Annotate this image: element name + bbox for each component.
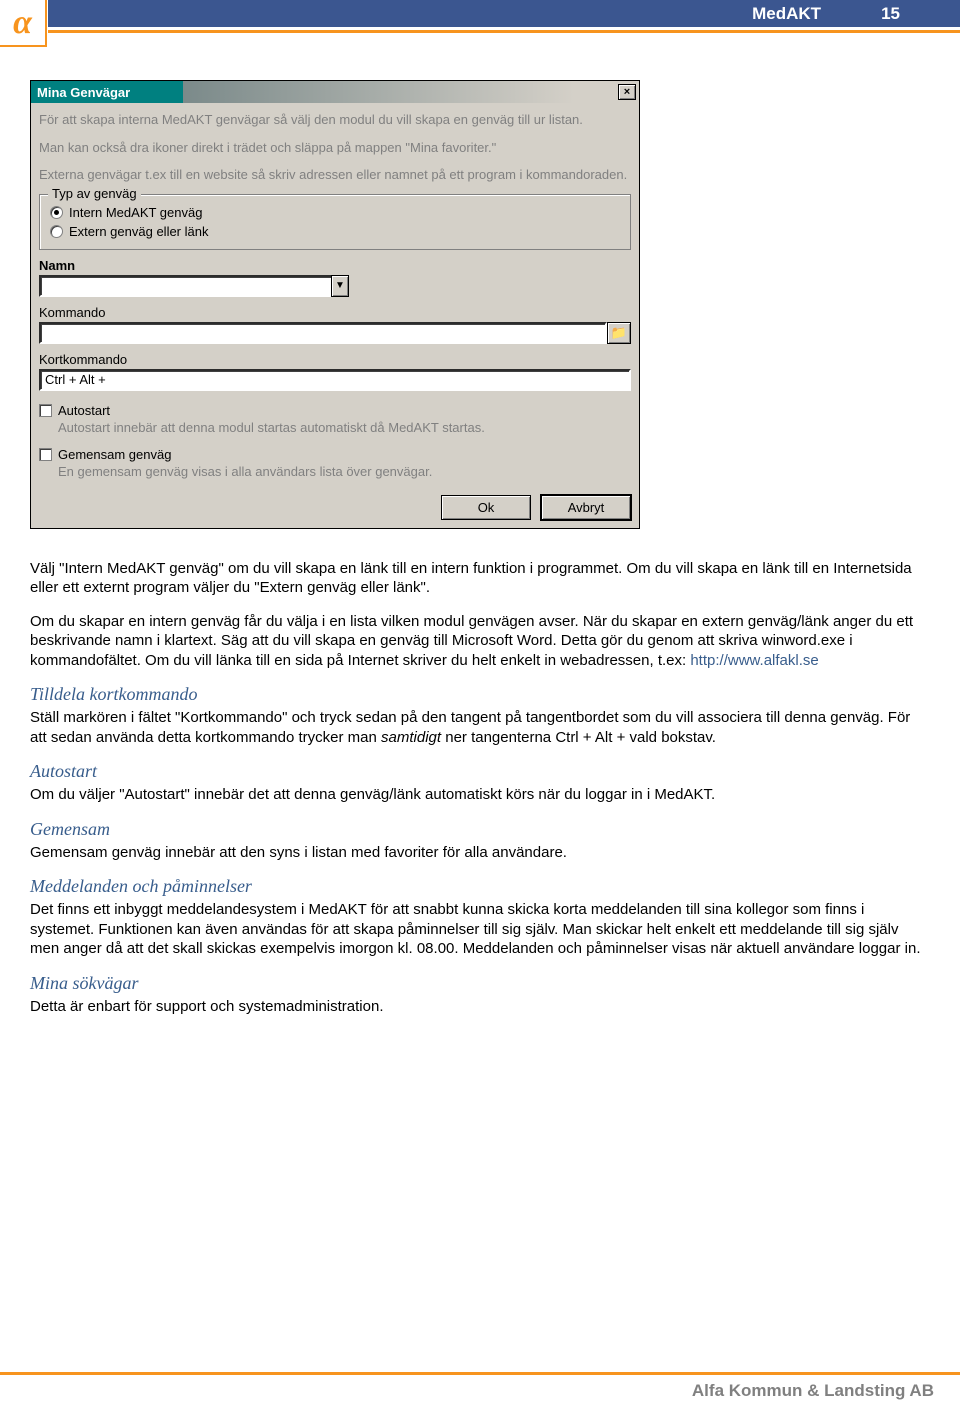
group-legend: Typ av genväg [48, 186, 141, 201]
heading-tilldela: Tilldela kortkommando [30, 684, 930, 705]
name-label: Namn [39, 258, 631, 273]
dialog-window: Mina Genvägar × För att skapa interna Me… [30, 80, 640, 529]
page-header: MedAKT 15 α [0, 0, 960, 50]
para-meddelanden: Det finns ett inbyggt meddelandesystem i… [30, 900, 930, 959]
cancel-button[interactable]: Avbryt [541, 495, 631, 520]
para-1: Välj "Intern MedAKT genväg" om du vill s… [30, 559, 930, 598]
radio-intern-label: Intern MedAKT genväg [69, 205, 202, 220]
dialog-titlebar: Mina Genvägar × [31, 81, 639, 103]
close-button[interactable]: × [618, 84, 636, 100]
radio-intern-row[interactable]: Intern MedAKT genväg [50, 205, 620, 220]
folder-icon: 📁 [611, 325, 627, 341]
page-footer: Alfa Kommun & Landsting AB [0, 1372, 960, 1410]
name-combobox[interactable] [39, 275, 331, 297]
radio-extern-label: Extern genväg eller länk [69, 224, 208, 239]
close-icon: × [624, 86, 630, 98]
para-autostart: Om du väljer "Autostart" innebär det att… [30, 785, 930, 805]
autostart-row[interactable]: Autostart [39, 403, 631, 418]
example-url: http://www.alfakl.se [690, 652, 818, 669]
help-line-2: Man kan också dra ikoner direkt i trädet… [39, 139, 631, 157]
dialog-buttons: Ok Avbryt [39, 479, 631, 520]
help-text: För att skapa interna MedAKT genvägar så… [39, 111, 631, 184]
dialog-body: För att skapa interna MedAKT genvägar så… [31, 103, 639, 528]
para-tilldela: Ställ markören i fältet "Kortkommando" o… [30, 708, 930, 747]
heading-gemensam: Gemensam [30, 819, 930, 840]
heading-sokvagar: Mina sökvägar [30, 973, 930, 994]
footer-text: Alfa Kommun & Landsting AB [0, 1375, 960, 1401]
header-page-num: 15 [881, 4, 900, 24]
body-text: Välj "Intern MedAKT genväg" om du vill s… [30, 559, 930, 1017]
heading-autostart: Autostart [30, 761, 930, 782]
dialog-title: Mina Genvägar [31, 81, 183, 103]
ok-button[interactable]: Ok [441, 495, 531, 520]
radio-extern[interactable] [50, 225, 63, 238]
kommando-label: Kommando [39, 305, 631, 320]
radio-intern[interactable] [50, 206, 63, 219]
logo: α [0, 0, 47, 47]
gemensam-row[interactable]: Gemensam genväg [39, 447, 631, 462]
radio-extern-row[interactable]: Extern genväg eller länk [50, 224, 620, 239]
para-sokvagar: Detta är enbart för support och systemad… [30, 997, 930, 1017]
autostart-label: Autostart [58, 403, 110, 418]
header-title: MedAKT [752, 4, 821, 24]
kortkommando-input[interactable] [39, 369, 631, 391]
gemensam-label: Gemensam genväg [58, 447, 171, 462]
shortcut-type-group: Typ av genväg Intern MedAKT genväg Exter… [39, 194, 631, 250]
chevron-down-icon: ▼ [335, 280, 345, 291]
autostart-checkbox[interactable] [39, 404, 52, 417]
para-gemensam: Gemensam genväg innebär att den syns i l… [30, 843, 930, 863]
logo-letter: α [13, 4, 32, 42]
header-bar: MedAKT 15 [48, 0, 960, 27]
help-line-1: För att skapa interna MedAKT genvägar så… [39, 111, 631, 129]
combobox-dropdown-button[interactable]: ▼ [331, 275, 349, 297]
radio-dot-icon [54, 210, 59, 215]
heading-meddelanden: Meddelanden och påminnelser [30, 876, 930, 897]
help-line-3: Externa genvägar t.ex till en website så… [39, 166, 631, 184]
header-rule [48, 30, 960, 33]
autostart-desc: Autostart innebär att denna modul starta… [58, 420, 631, 435]
kommando-input[interactable] [39, 322, 607, 344]
gemensam-checkbox[interactable] [39, 448, 52, 461]
titlebar-gradient [183, 81, 618, 103]
gemensam-desc: En gemensam genväg visas i alla användar… [58, 464, 631, 479]
browse-button[interactable]: 📁 [607, 322, 631, 344]
para-2: Om du skapar en intern genväg får du väl… [30, 612, 930, 671]
kortkommando-label: Kortkommando [39, 352, 631, 367]
